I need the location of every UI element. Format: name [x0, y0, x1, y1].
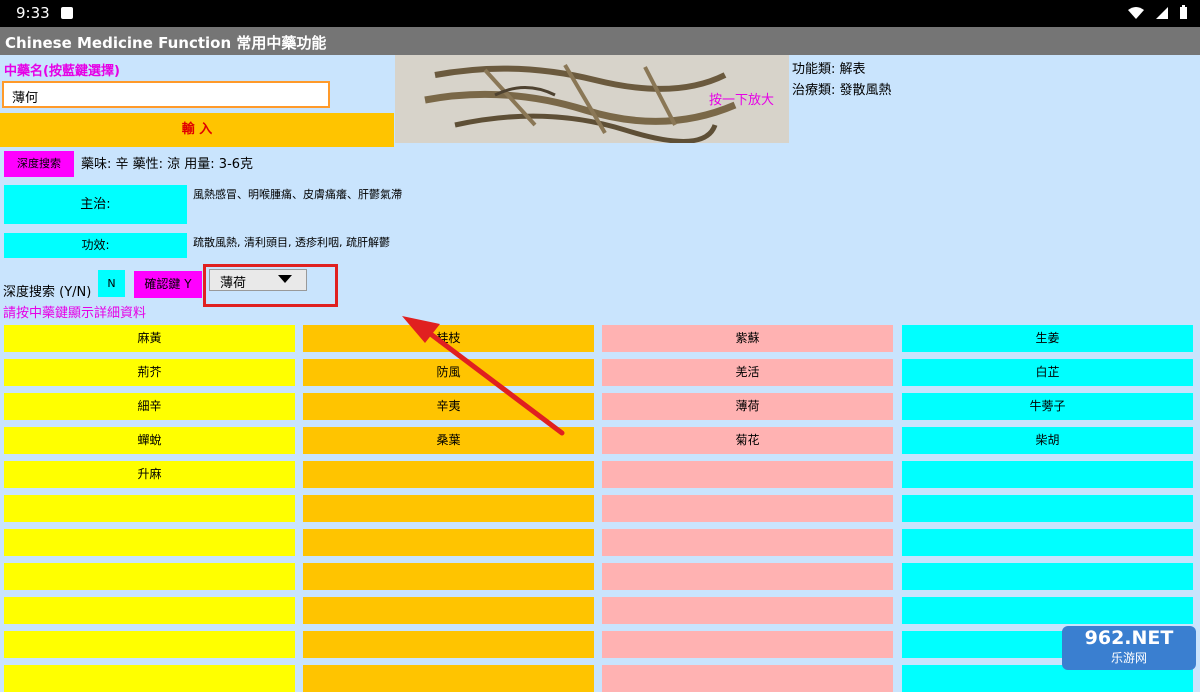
watermark-bottom: 乐游网: [1110, 651, 1147, 665]
herb-button[interactable]: [303, 529, 594, 556]
input-button[interactable]: 輸 入: [0, 113, 394, 147]
herb-button[interactable]: 生姜: [902, 325, 1193, 352]
herb-button[interactable]: [303, 495, 594, 522]
herb-button[interactable]: [303, 665, 594, 692]
herb-button[interactable]: 紫蘇: [602, 325, 893, 352]
herb-button[interactable]: [4, 495, 295, 522]
herb-button[interactable]: [4, 665, 295, 692]
herb-button[interactable]: [303, 461, 594, 488]
indication-text: 風熱感冒、明喉腫痛、皮膚痛癢、肝鬱氣滯: [193, 188, 402, 201]
herb-button[interactable]: [902, 563, 1193, 590]
herb-properties: 藥味: 辛 藥性: 涼 用量: 3-6克: [81, 157, 254, 172]
herb-button[interactable]: 桂枝: [303, 325, 594, 352]
herb-button[interactable]: 牛蒡子: [902, 393, 1193, 420]
herb-button[interactable]: [602, 461, 893, 488]
herb-photo[interactable]: 按一下放大: [395, 55, 789, 143]
function-class: 功能類: 解表: [792, 62, 866, 77]
deep-search-yn-label: 深度搜索 (Y/N): [3, 285, 92, 300]
herb-button[interactable]: 蟬蛻: [4, 427, 295, 454]
herb-button[interactable]: [902, 529, 1193, 556]
signal-icon: [1156, 6, 1168, 19]
herb-button[interactable]: [902, 461, 1193, 488]
herb-button[interactable]: [602, 665, 893, 692]
herb-button[interactable]: 菊花: [602, 427, 893, 454]
watermark-top: 962.NET: [1084, 627, 1174, 649]
efficacy-text: 疏散風熱, 清利頭目, 透疹利咽, 疏肝解鬱: [193, 236, 390, 249]
herb-name-label: 中藥名(按藍鍵選擇): [4, 64, 120, 79]
herb-button[interactable]: 細辛: [4, 393, 295, 420]
herb-button[interactable]: [602, 529, 893, 556]
herb-button[interactable]: [303, 563, 594, 590]
status-icons: [1127, 5, 1188, 20]
watermark-logo: 962.NET 乐游网: [1062, 626, 1196, 670]
notification-icon: [61, 7, 73, 19]
herb-button[interactable]: [4, 529, 295, 556]
annotation-highlight-box: [203, 264, 338, 307]
herb-button[interactable]: [4, 563, 295, 590]
herb-button[interactable]: 荊芥: [4, 359, 295, 386]
herb-button[interactable]: [303, 631, 594, 658]
herb-button[interactable]: [902, 495, 1193, 522]
herb-button[interactable]: 辛夷: [303, 393, 594, 420]
herb-button[interactable]: 升麻: [4, 461, 295, 488]
status-time: 9:33: [16, 4, 50, 22]
herb-button[interactable]: 桑葉: [303, 427, 594, 454]
battery-icon: [1180, 5, 1187, 19]
treatment-class: 治療類: 發散風熱: [792, 83, 892, 98]
herb-button[interactable]: 薄荷: [602, 393, 893, 420]
herb-button[interactable]: [602, 563, 893, 590]
herb-button[interactable]: [602, 597, 893, 624]
herb-button[interactable]: [4, 597, 295, 624]
herb-button[interactable]: [602, 631, 893, 658]
herb-button[interactable]: 防風: [303, 359, 594, 386]
herb-button[interactable]: 柴胡: [902, 427, 1193, 454]
herb-button[interactable]: 羌活: [602, 359, 893, 386]
deep-search-button[interactable]: 深度搜索: [4, 151, 74, 177]
deep-search-yn-input[interactable]: N: [98, 270, 125, 297]
confirm-button[interactable]: 確認鍵 Y: [134, 271, 202, 298]
app-title: Chinese Medicine Function 常用中藥功能: [5, 34, 327, 52]
herb-name-input[interactable]: 薄何: [2, 81, 330, 108]
wifi-icon: [1128, 6, 1144, 19]
herb-button[interactable]: [303, 597, 594, 624]
herb-button[interactable]: 麻黃: [4, 325, 295, 352]
efficacy-button[interactable]: 功效:: [4, 233, 187, 258]
hint-text: 請按中藥鍵顯示詳細資料: [3, 306, 147, 321]
app-title-bar: Chinese Medicine Function 常用中藥功能: [0, 27, 1200, 55]
herb-button[interactable]: [902, 597, 1193, 624]
herb-button[interactable]: [602, 495, 893, 522]
herb-button[interactable]: 白芷: [902, 359, 1193, 386]
zoom-hint: 按一下放大: [709, 93, 775, 108]
status-bar: 9:33: [0, 0, 1200, 27]
indication-button[interactable]: 主治:: [4, 185, 187, 224]
herb-button[interactable]: [4, 631, 295, 658]
